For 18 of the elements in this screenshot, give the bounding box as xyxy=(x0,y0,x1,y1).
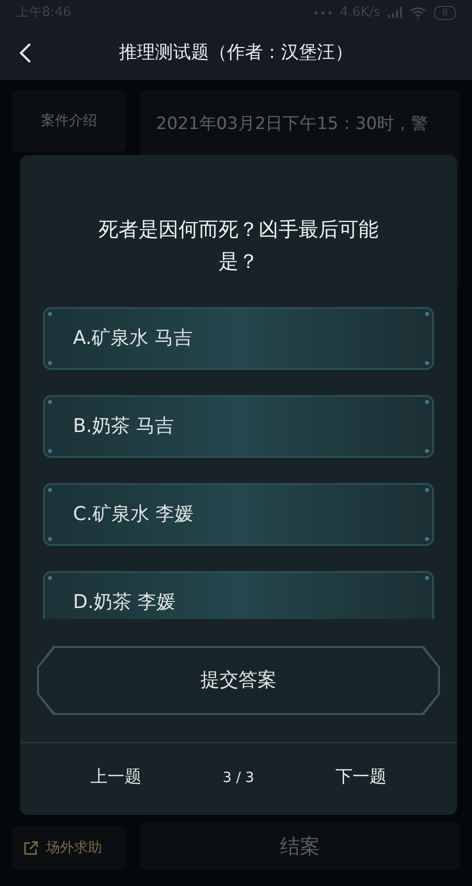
share-icon xyxy=(24,841,38,855)
answer-option[interactable]: C.矿泉水 李媛 xyxy=(43,483,434,546)
outside-help-label: 场外求助 xyxy=(46,838,102,858)
previous-question-button[interactable]: 上一题 xyxy=(90,765,142,791)
answer-option[interactable]: B.奶茶 马吉 xyxy=(43,395,434,458)
signal-icon xyxy=(388,7,402,18)
submit-button[interactable]: 提交答案 xyxy=(37,646,440,715)
question-text: 死者是因何而死？凶手最后可能是？ xyxy=(98,216,380,275)
answer-option[interactable]: A.矿泉水 马吉 xyxy=(43,307,434,370)
answer-option[interactable]: D.奶茶 李媛 xyxy=(43,571,434,619)
wifi-icon xyxy=(410,6,426,18)
outside-help-button[interactable]: 场外求助 xyxy=(12,826,126,870)
page-title: 推理测试题（作者：汉堡汪） xyxy=(119,41,353,65)
more-dots-icon xyxy=(314,10,332,14)
back-icon[interactable] xyxy=(18,42,32,64)
page-counter: 3 / 3 xyxy=(222,768,254,788)
case-text: 2021年03月2日下午15：30时，警 xyxy=(156,113,429,136)
next-question-button[interactable]: 下一题 xyxy=(335,765,386,791)
